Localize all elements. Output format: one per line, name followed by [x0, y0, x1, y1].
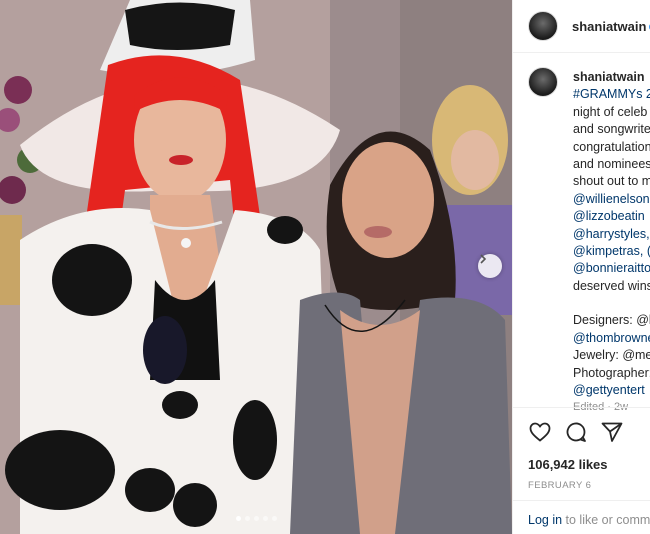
post-side-panel: shaniatwain shaniatwain #GRAMMYs 2 night… [512, 0, 650, 534]
divider [513, 500, 650, 501]
login-prompt-text: to like or comm [562, 513, 650, 527]
chevron-right-icon [480, 254, 487, 264]
caption-line: shout out to m [573, 174, 650, 189]
jewelry-line: Jewelry: @me [573, 348, 650, 363]
post-date[interactable]: FEBRUARY 6 [528, 480, 591, 491]
action-bar [528, 418, 650, 446]
caption-line: night of celeb [573, 104, 648, 119]
caption-line: and songwrite [573, 122, 650, 137]
share-button[interactable] [600, 420, 624, 444]
caption-line: and nominees [573, 157, 650, 172]
mention-link[interactable]: @lizzobeatin [573, 208, 650, 225]
mention-link[interactable]: @kimpetras, ( [573, 243, 650, 260]
mention-link[interactable]: @thombrowne [573, 330, 650, 347]
hashtag-link[interactable]: #GRAMMYs 2 [573, 86, 650, 103]
caption-line: deserved wins [573, 278, 650, 293]
header-username[interactable]: shaniatwain [572, 19, 650, 34]
caption-line: congratulation [573, 139, 650, 154]
avatar[interactable] [528, 11, 558, 41]
designers-line: Designers: @l [573, 313, 650, 328]
divider [513, 407, 650, 408]
carousel-dot [272, 516, 277, 521]
share-icon [601, 422, 623, 442]
photographer-line: Photographer: [573, 365, 650, 380]
comment-icon [566, 422, 586, 442]
like-count[interactable]: 106,942 likes [528, 457, 608, 472]
caption-avatar[interactable] [528, 67, 558, 97]
heart-icon [529, 422, 551, 442]
comment-button[interactable] [564, 420, 588, 444]
post-photo[interactable] [0, 0, 512, 534]
carousel-dot [263, 516, 268, 521]
carousel-dot [245, 516, 250, 521]
photo-illustration [0, 0, 512, 534]
next-photo-button[interactable] [478, 254, 502, 278]
mention-link[interactable]: @willienelson [573, 191, 650, 208]
carousel-dots [236, 516, 277, 521]
mention-link[interactable]: @gettyentert [573, 382, 650, 399]
login-prompt: Log in to like or comm [528, 513, 650, 527]
mention-link[interactable]: @harrystyles, [573, 226, 650, 243]
mention-link[interactable]: @bonnieraitto [573, 260, 650, 277]
like-button[interactable] [528, 420, 552, 444]
caption-username[interactable]: shaniatwain [573, 70, 645, 84]
post-header: shaniatwain [513, 0, 650, 53]
carousel-dot [236, 516, 241, 521]
edited-label: Edited · 2w [573, 401, 629, 414]
username-text[interactable]: shaniatwain [572, 19, 646, 34]
caption-text: shaniatwain #GRAMMYs 2 night of celeb an… [573, 69, 650, 417]
carousel-dot [254, 516, 259, 521]
login-link[interactable]: Log in [528, 513, 562, 527]
